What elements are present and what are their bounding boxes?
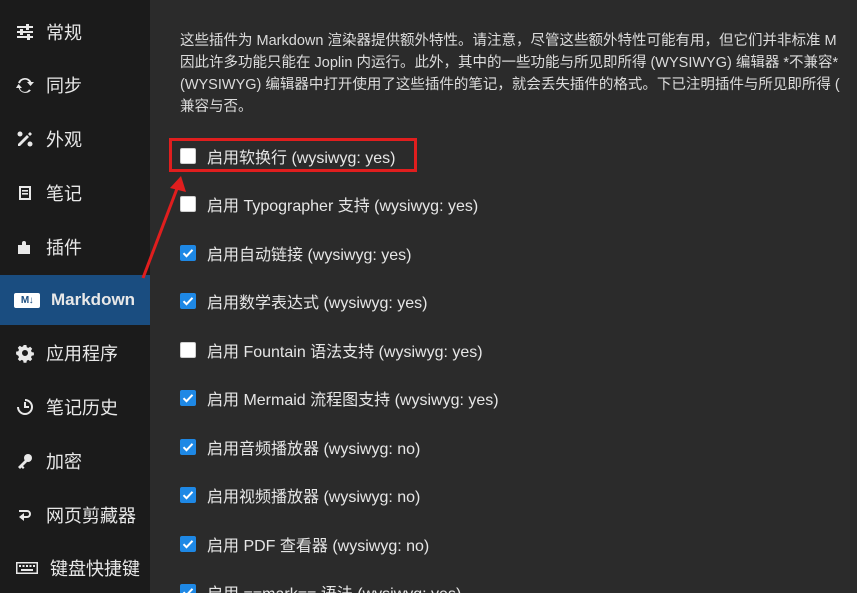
option-label: 启用音频播放器 (wysiwyg: no) <box>207 441 421 458</box>
sidebar-item-label: 同步 <box>46 76 82 96</box>
description-line: (WYSIWYG) 编辑器中打开使用了这些插件的笔记，就会丢失插件的格式。下已注… <box>180 77 840 93</box>
sidebar-item-note[interactable]: 笔记 <box>0 168 150 218</box>
sidebar-item-plugins[interactable]: 插件 <box>0 222 150 272</box>
checkbox-checked[interactable] <box>180 439 196 455</box>
sidebar-item-label: Markdown <box>51 290 136 309</box>
appearance-icon <box>14 128 36 150</box>
sidebar-item-application[interactable]: 应用程序 <box>0 328 150 378</box>
option-pdf-viewer[interactable]: 启用 PDF 查看器 (wysiwyg: no) <box>180 531 429 557</box>
gear-icon <box>14 342 36 364</box>
option-label: 启用数学表达式 (wysiwyg: yes) <box>207 295 428 312</box>
sidebar-item-note-history[interactable]: 笔记历史 <box>0 382 150 432</box>
markdown-settings-panel: 这些插件为 Markdown 渲染器提供额外特性。请注意，尽管这些额外特性可能有… <box>150 0 857 593</box>
option-mermaid[interactable]: 启用 Mermaid 流程图支持 (wysiwyg: yes) <box>180 385 499 411</box>
option-label: 启用 ==mark== 语法 (wysiwyg: yes) <box>207 580 461 593</box>
option-audio-player[interactable]: 启用音频播放器 (wysiwyg: no) <box>180 434 420 460</box>
note-icon <box>14 182 36 204</box>
sidebar-item-sync[interactable]: 同步 <box>0 60 150 110</box>
option-label: 启用 Typographer 支持 (wysiwyg: yes) <box>207 198 479 215</box>
checkbox-checked[interactable] <box>180 487 196 503</box>
option-typographer[interactable]: 启用 Typographer 支持 (wysiwyg: yes) <box>180 191 478 217</box>
option-label: 启用 PDF 查看器 (wysiwyg: no) <box>207 538 430 555</box>
checkbox-unchecked[interactable] <box>180 196 196 212</box>
sidebar-item-markdown[interactable]: M↓ Markdown <box>0 275 150 325</box>
option-video-player[interactable]: 启用视频播放器 (wysiwyg: no) <box>180 482 420 508</box>
checkbox-checked[interactable] <box>180 390 196 406</box>
option-label: 启用 Fountain 语法支持 (wysiwyg: yes) <box>207 344 483 361</box>
sidebar-item-web-clipper[interactable]: 网页剪藏器 <box>0 490 150 540</box>
option-label: 启用视频播放器 (wysiwyg: no) <box>207 489 421 506</box>
sidebar-item-encryption[interactable]: 加密 <box>0 436 150 486</box>
markdown-icon: M↓ <box>14 289 40 311</box>
sidebar-item-label: 加密 <box>46 452 82 472</box>
sidebar-item-keyboard-shortcuts[interactable]: 键盘快捷键 <box>0 543 150 593</box>
sync-icon <box>14 74 36 96</box>
sidebar: 常规 同步 外观 笔记 插件 M↓ Markdown 应用程序 笔记历史 加密 … <box>0 0 150 593</box>
checkbox-unchecked[interactable] <box>180 342 196 358</box>
option-fountain[interactable]: 启用 Fountain 语法支持 (wysiwyg: yes) <box>180 337 483 363</box>
sidebar-item-label: 笔记历史 <box>46 398 118 418</box>
description-line: 兼容与否。 <box>180 99 253 115</box>
checkbox-checked[interactable] <box>180 584 196 593</box>
checkbox-checked[interactable] <box>180 293 196 309</box>
history-icon <box>14 396 36 418</box>
checkbox-checked[interactable] <box>180 536 196 552</box>
settings-window: 常规 同步 外观 笔记 插件 M↓ Markdown 应用程序 笔记历史 加密 … <box>0 0 857 593</box>
annotation-highlight-box <box>169 138 417 172</box>
option-label: 启用自动链接 (wysiwyg: yes) <box>207 247 412 264</box>
sidebar-item-label: 常规 <box>46 23 82 43</box>
sidebar-item-label: 插件 <box>46 238 82 258</box>
description-line: 这些插件为 Markdown 渲染器提供额外特性。请注意，尽管这些额外特性可能有… <box>180 33 837 49</box>
option-label: 启用 Mermaid 流程图支持 (wysiwyg: yes) <box>207 392 499 409</box>
plugins-description: 这些插件为 Markdown 渲染器提供额外特性。请注意，尽管这些额外特性可能有… <box>180 30 857 118</box>
sidebar-item-appearance[interactable]: 外观 <box>0 114 150 164</box>
sidebar-item-label: 网页剪藏器 <box>46 506 136 526</box>
puzzle-icon <box>14 236 36 258</box>
key-icon <box>14 450 36 472</box>
description-line: 因此许多功能只能在 Joplin 内运行。此外，其中的一些功能与所见即所得 (W… <box>180 55 839 71</box>
clipper-icon <box>14 504 36 526</box>
option-mark[interactable]: 启用 ==mark== 语法 (wysiwyg: yes) <box>180 579 461 593</box>
sidebar-item-label: 笔记 <box>46 184 82 204</box>
sidebar-item-general[interactable]: 常规 <box>0 7 150 57</box>
option-linkify[interactable]: 启用自动链接 (wysiwyg: yes) <box>180 240 411 266</box>
sidebar-item-label: 外观 <box>46 130 82 150</box>
sidebar-item-label: 键盘快捷键 <box>50 559 140 579</box>
sidebar-item-label: 应用程序 <box>46 344 118 364</box>
keyboard-icon <box>14 557 40 579</box>
option-math[interactable]: 启用数学表达式 (wysiwyg: yes) <box>180 288 427 314</box>
sliders-icon <box>14 21 36 43</box>
checkbox-checked[interactable] <box>180 245 196 261</box>
